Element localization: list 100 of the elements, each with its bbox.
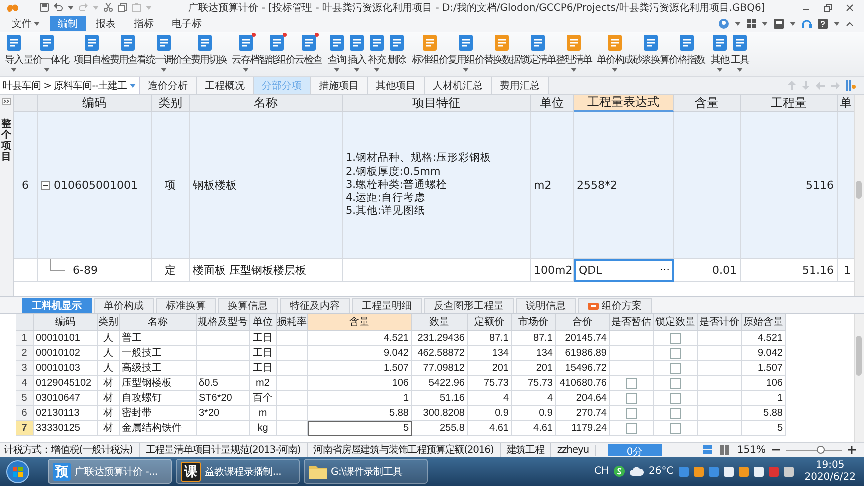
page-tab[interactable]: 措施项目 [310,77,368,94]
menu-tab[interactable]: 文件 [4,16,48,32]
column-header[interactable]: 合价 [556,314,610,332]
menu-tab[interactable]: 指标 [126,16,162,32]
ribbon-button[interactable]: 删除 [387,34,407,72]
maximize-icon[interactable] [824,4,832,12]
column-header[interactable]: 项目特征 [343,95,531,112]
split-view-icon[interactable] [720,445,730,456]
column-settings-icon[interactable] [846,80,856,92]
clock[interactable]: 19:05 2020/6/22 [804,460,856,484]
ribbon-button[interactable]: 费用查看 [110,34,146,72]
ribbon-button[interactable]: 统一调价 [146,34,182,72]
language-indicator[interactable]: CH [594,466,609,478]
column-header[interactable]: 编码 [38,95,152,112]
column-header[interactable]: 名称 [190,95,343,112]
ribbon-button[interactable]: 工具 [730,34,750,72]
scrollbar[interactable] [854,314,864,442]
ribbon-button[interactable]: 项目自检 [74,34,110,72]
checkbox[interactable] [670,362,681,374]
column-header[interactable]: 编码 [34,314,98,332]
column-header[interactable]: 损耗率 [277,314,308,332]
row-number[interactable]: 3 [16,361,34,376]
row-number[interactable]: 4 [16,376,34,392]
tray-icon[interactable] [754,466,764,477]
row-number[interactable]: 7 [16,421,34,436]
ribbon-button[interactable]: 云存档 [232,34,259,72]
ribbon-button[interactable]: 其他 [710,34,730,72]
table-cell[interactable]: 5.88 [308,406,412,422]
detail-tab[interactable]: 工程量明细 [352,298,422,314]
column-header[interactable]: 工程量表达式 [574,95,674,112]
tray-icon[interactable] [784,466,794,477]
column-header[interactable]: 类别 [152,95,190,112]
column-header[interactable]: 定额价 [468,314,512,332]
menu-tab[interactable]: 报表 [88,16,124,32]
checkbox[interactable] [670,332,681,344]
ribbon-button[interactable]: 导入 [4,34,24,72]
ribbon-button[interactable]: 补充 [367,34,387,72]
ribbon-button[interactable]: 插入 [347,34,367,72]
detail-tab[interactable]: 说明信息 [516,298,576,314]
cloud-icon[interactable] [630,467,644,476]
ribbon-button[interactable]: 标准组价 [412,34,448,72]
checkbox[interactable] [670,408,681,419]
column-header[interactable]: 含量 [674,95,741,112]
taskbar-button[interactable]: G:\课件录制工具 [304,459,428,484]
column-header[interactable]: 单位 [531,95,574,112]
ribbon-button[interactable]: 价格指数 [669,34,705,72]
column-header[interactable]: 名称 [120,314,197,332]
tray-icon[interactable] [738,466,749,477]
input-method-icon[interactable] [614,466,625,478]
detail-tab[interactable]: 标准换算 [156,298,216,314]
list-view-icon[interactable] [703,445,712,456]
table-cell[interactable]: 1 [308,391,412,406]
tray-icon[interactable] [694,466,704,477]
detail-tab[interactable]: 换算信息 [218,298,278,314]
copy-icon[interactable] [118,3,127,12]
tray-icon[interactable] [724,466,734,477]
checkbox[interactable] [670,378,681,389]
expand-panel-icon[interactable] [2,98,11,106]
checkbox[interactable] [670,392,681,404]
ribbon-button[interactable]: 整理清单 [556,34,592,72]
detail-tab[interactable]: 反查图形工程量 [424,298,514,314]
row-number[interactable]: 5 [16,391,34,406]
headset-icon[interactable] [802,18,812,29]
checkbox[interactable] [626,422,637,434]
page-tab[interactable]: 造价分析 [140,77,197,94]
collapse-icon[interactable] [41,180,50,190]
ribbon-button[interactable]: 锁定清单 [520,34,556,72]
table-cell[interactable]: QDL [579,264,602,278]
column-header[interactable]: 数量 [412,314,468,332]
ribbon-button[interactable]: 替换数据 [484,34,520,72]
page-tab[interactable]: 其他项目 [368,77,425,94]
close-icon[interactable] [846,4,854,12]
column-header[interactable]: 单位 [250,314,277,332]
checkbox[interactable] [626,408,637,419]
ribbon-button[interactable]: 量价一体化 [24,34,69,72]
start-icon[interactable] [6,460,30,484]
taskbar-button[interactable]: 课 益教课程录播制... [176,459,300,484]
table-cell[interactable]: 106 [308,376,412,392]
page-tab[interactable]: 人材机汇总 [424,77,492,94]
table-cell[interactable]: 5 [308,421,412,436]
window-icon[interactable] [774,18,784,29]
grid-icon[interactable] [747,19,756,28]
column-header[interactable]: 市场价 [512,314,556,332]
table-cell[interactable]: 9.042 [308,346,412,362]
cut-icon[interactable] [104,3,113,12]
undo-icon[interactable] [54,3,63,12]
ribbon-button[interactable]: 全费用切换 [182,34,227,72]
detail-tab[interactable]: 组价方案 [578,298,652,314]
checkbox[interactable] [626,378,637,389]
collapse-caret-icon[interactable] [846,20,854,27]
zoom-in-icon[interactable] [848,446,856,454]
column-header[interactable]: 是否计价 [698,314,742,332]
column-header[interactable]: 原始含量 [742,314,786,332]
column-header[interactable]: 含量 [308,314,412,332]
scrollbar[interactable] [854,95,864,296]
column-header[interactable]: 类别 [98,314,120,332]
save-icon[interactable] [40,3,49,12]
row-number[interactable]: 1 [16,331,34,346]
table-cell[interactable]: 1.507 [308,361,412,376]
column-header[interactable]: 是否暂估 [610,314,654,332]
